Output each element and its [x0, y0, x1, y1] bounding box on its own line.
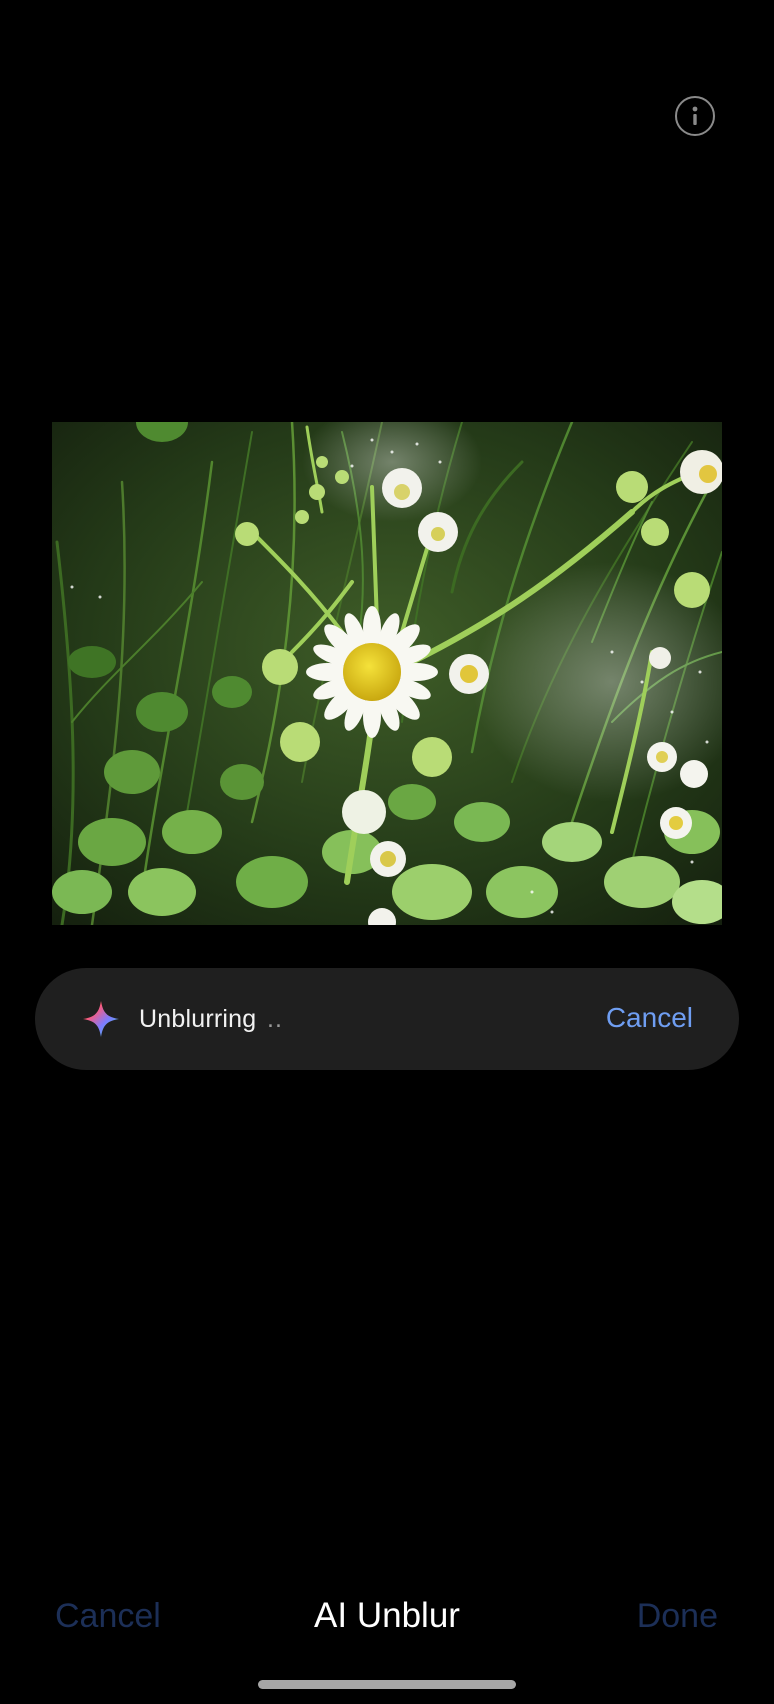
- info-button[interactable]: [675, 96, 715, 136]
- home-indicator[interactable]: [258, 1680, 516, 1689]
- sparkle-icon: [83, 1001, 119, 1037]
- info-icon: [692, 106, 698, 125]
- status-cancel-button[interactable]: Cancel: [606, 998, 693, 1038]
- status-text: Unblurring: [139, 1005, 257, 1033]
- progress-dots: ..: [267, 1005, 283, 1033]
- photo-preview: [52, 422, 722, 925]
- done-button[interactable]: Done: [637, 1594, 718, 1638]
- unblur-status-pill: Unblurring .. Cancel: [35, 968, 739, 1070]
